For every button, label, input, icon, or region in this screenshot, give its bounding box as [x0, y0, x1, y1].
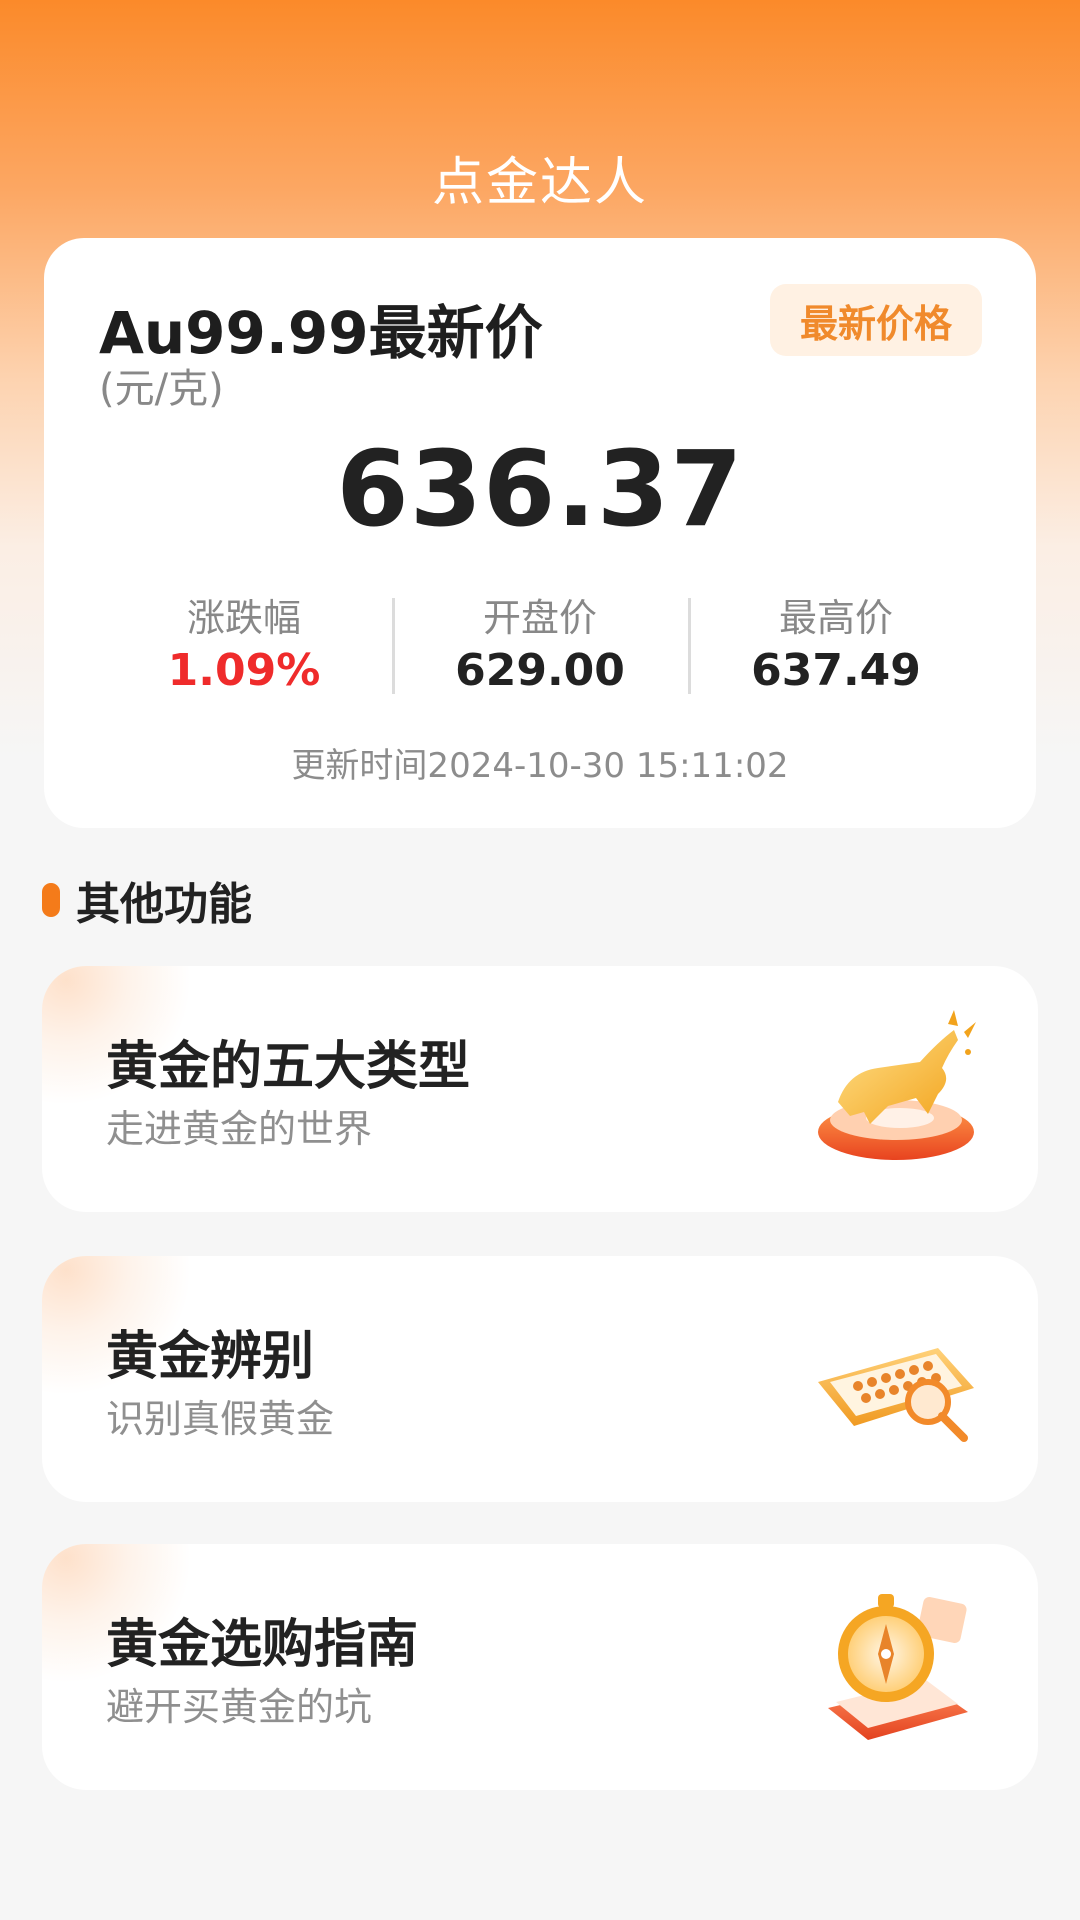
section-accent-bar — [42, 883, 60, 917]
feature-subtitle: 识别真假黄金 — [106, 1397, 335, 1441]
stat-change-value: 1.09% — [167, 645, 321, 696]
golden-bull-icon — [808, 1002, 984, 1178]
section-title: 其他功能 — [76, 879, 252, 930]
gold-price-card: Au99.99最新价 (元/克) 最新价格 636.37 涨跌幅 1.09% 开… — [44, 238, 1036, 828]
stat-high: 最高价 637.49 — [688, 594, 984, 698]
stat-change: 涨跌幅 1.09% — [96, 594, 392, 698]
feature-title: 黄金选购指南 — [106, 1615, 419, 1675]
price-unit: (元/克) — [99, 366, 224, 412]
app-title: 点金达人 — [431, 153, 648, 213]
stat-high-value: 637.49 — [751, 645, 921, 696]
stat-open: 开盘价 629.00 — [392, 594, 688, 698]
section-header: 其他功能 — [42, 872, 252, 930]
feature-card-gold-types[interactable]: 黄金的五大类型 走进黄金的世界 — [42, 966, 1038, 1212]
compass-book-icon — [808, 1580, 984, 1756]
feature-title: 黄金的五大类型 — [106, 1037, 471, 1097]
stat-open-label: 开盘价 — [482, 596, 597, 640]
feature-card-gold-identify[interactable]: 黄金辨别 识别真假黄金 — [42, 1256, 1038, 1502]
price-stats: 涨跌幅 1.09% 开盘价 629.00 最高价 637.49 — [44, 594, 1036, 698]
update-time: 更新时间2024-10-30 15:11:02 — [291, 746, 789, 786]
stat-change-label: 涨跌幅 — [186, 596, 301, 640]
feature-title: 黄金辨别 — [106, 1327, 315, 1387]
feature-card-buying-guide[interactable]: 黄金选购指南 避开买黄金的坑 — [42, 1544, 1038, 1790]
abacus-magnifier-icon — [808, 1292, 984, 1468]
latest-price-button[interactable]: 最新价格 — [770, 284, 982, 356]
current-price: 636.37 — [336, 428, 744, 550]
feature-subtitle: 走进黄金的世界 — [106, 1107, 373, 1151]
stat-open-value: 629.00 — [455, 645, 625, 696]
feature-subtitle: 避开买黄金的坑 — [106, 1685, 373, 1729]
stat-high-label: 最高价 — [778, 596, 893, 640]
